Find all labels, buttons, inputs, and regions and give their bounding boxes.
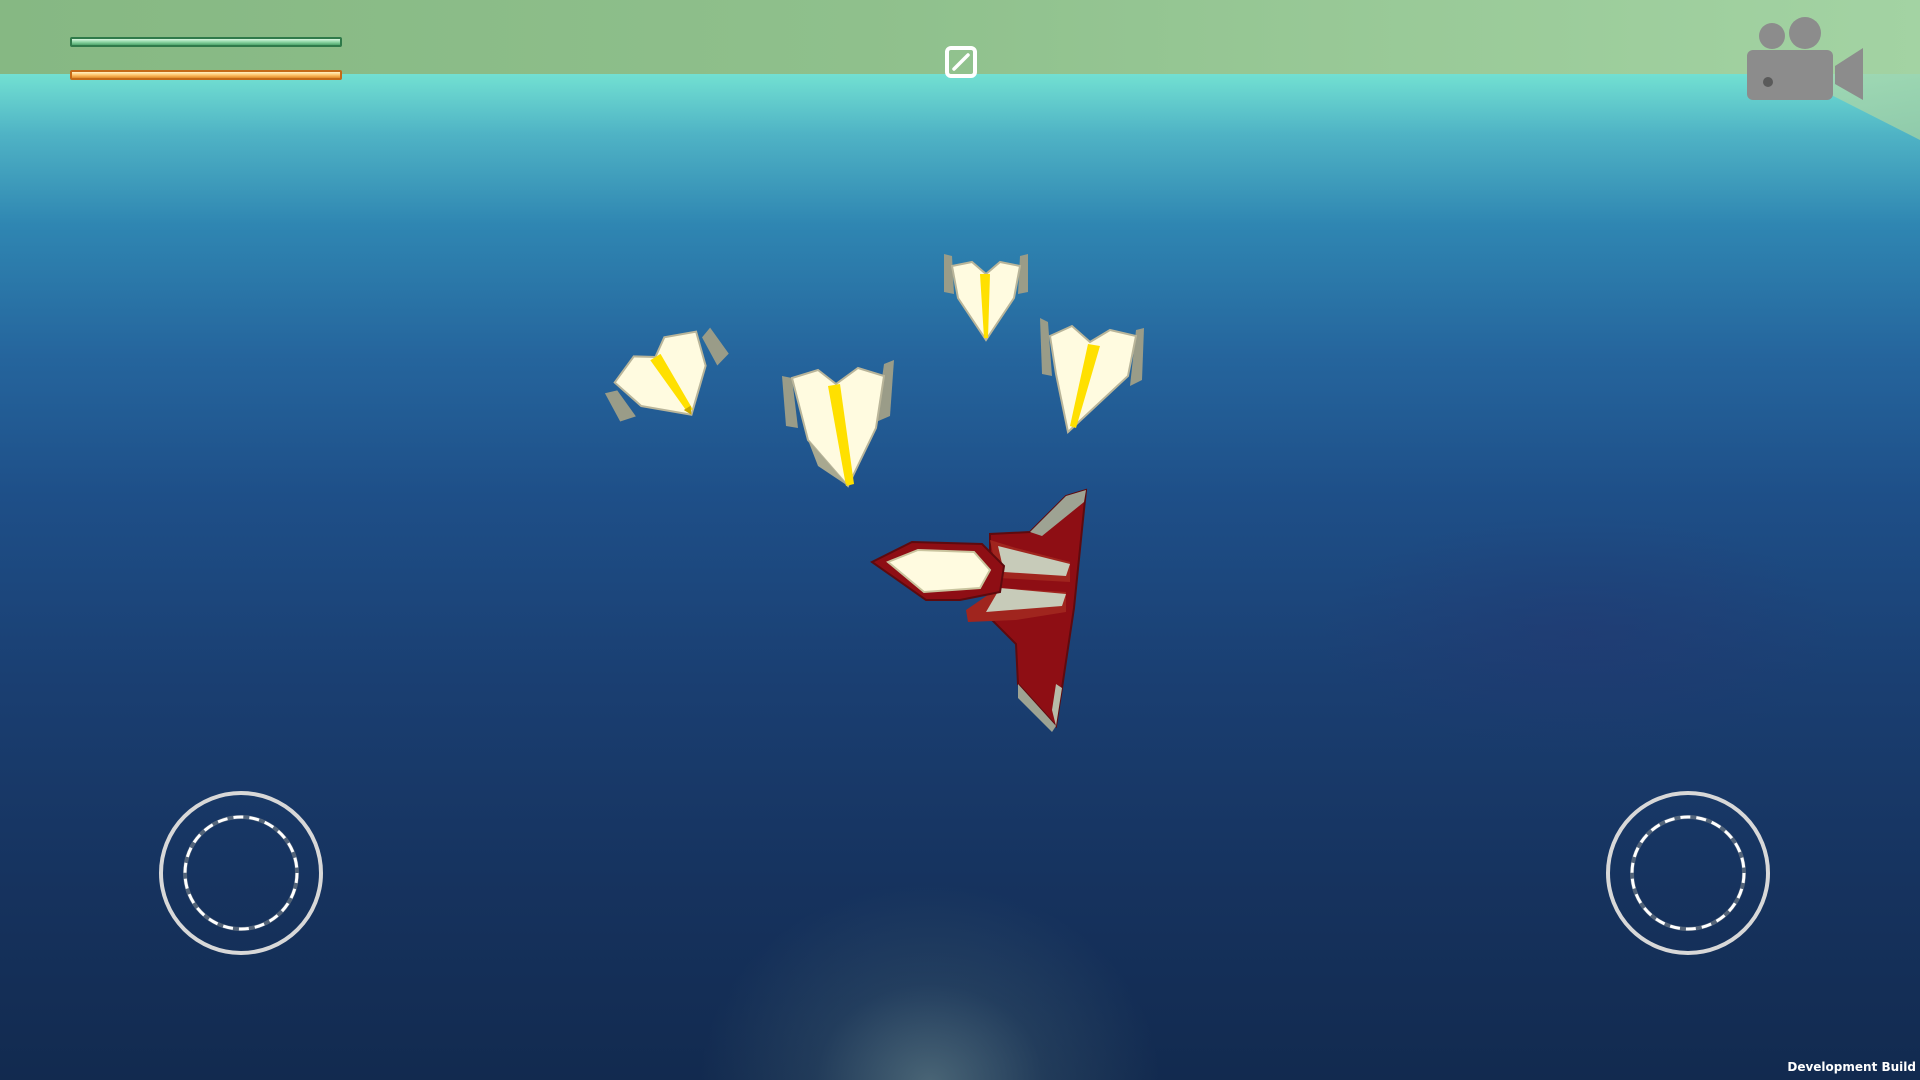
enemy-ship: [1040, 318, 1144, 434]
joystick-ring-icon: [1606, 791, 1770, 955]
energy-bar-fill: [72, 72, 340, 78]
pause-square-slash-icon: [945, 46, 977, 78]
player-ship: [870, 488, 1088, 732]
energy-bar: [70, 70, 342, 80]
video-camera-icon: [1747, 17, 1863, 100]
enemy-ship: [604, 327, 729, 422]
game-viewport[interactable]: Development Build: [0, 0, 1920, 1080]
development-build-label: Development Build: [1787, 1060, 1916, 1074]
pause-button[interactable]: [944, 45, 978, 79]
right-joystick[interactable]: [1603, 788, 1773, 958]
left-joystick[interactable]: [156, 788, 326, 958]
enemy-ship: [944, 254, 1028, 342]
health-bar: [70, 37, 342, 47]
health-bar-fill: [72, 39, 340, 45]
camera-view-button[interactable]: [1745, 14, 1865, 104]
joystick-ring-icon: [159, 791, 323, 955]
enemy-ship: [782, 360, 894, 488]
